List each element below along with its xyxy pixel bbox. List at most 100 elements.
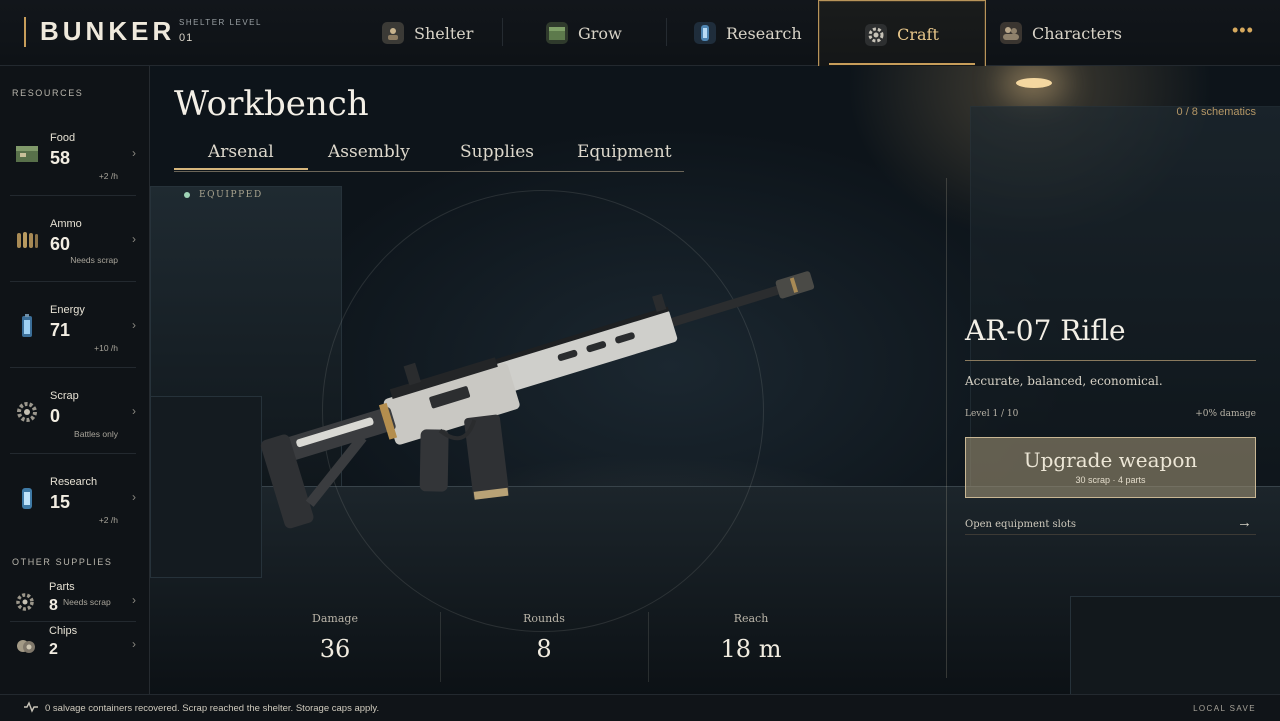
supply-name: Parts	[49, 581, 75, 593]
resource-value: 15	[50, 492, 71, 512]
tab-label: Shelter	[414, 23, 474, 43]
research-vial-icon	[14, 486, 40, 510]
parts-gear-icon	[14, 591, 38, 613]
tab-assembly[interactable]: Assembly	[328, 142, 410, 162]
more-menu-icon[interactable]: •••	[1232, 20, 1254, 41]
supply-chips[interactable]: Chips 2 ›	[10, 623, 136, 666]
resources-heading: RESOURCES	[12, 88, 84, 98]
resource-research[interactable]: Research 15 +2 /h ›	[10, 456, 136, 540]
resource-value: 71	[50, 320, 71, 340]
tab-research[interactable]: Research	[694, 0, 814, 66]
chevron-right-icon: ›	[132, 318, 136, 332]
stat-divider	[648, 612, 649, 682]
top-bar: BUNKER SHELTER LEVEL 01 Shelter Grow Res…	[0, 0, 1280, 69]
research-vial-icon	[694, 22, 716, 44]
ceiling-lamp	[1016, 78, 1052, 88]
shelter-level-value: 01	[179, 32, 194, 44]
tab-grow[interactable]: Grow	[546, 0, 666, 66]
resource-ammo[interactable]: Ammo 60 Needs scrap ›	[10, 198, 136, 282]
tab-label: Craft	[897, 25, 939, 44]
ammo-icon	[14, 228, 40, 252]
brand-accent-bar	[24, 17, 26, 47]
battery-icon	[14, 314, 40, 338]
scrap-gear-icon	[14, 400, 40, 424]
stat-reach: Reach 18 m	[676, 612, 826, 663]
page-title: Workbench	[174, 84, 369, 124]
app-brand: BUNKER	[40, 16, 176, 46]
tab-label: Grow	[578, 23, 622, 43]
stat-rounds: Rounds 8	[469, 612, 619, 663]
grow-crate-icon	[546, 22, 568, 44]
stat-label: Reach	[733, 612, 769, 625]
equipped-label: EQUIPPED	[199, 190, 263, 200]
nav-divider	[666, 18, 667, 46]
resource-food[interactable]: Food 58 +2 /h ›	[10, 112, 136, 196]
chevron-right-icon: ›	[132, 490, 136, 504]
tab-equipment[interactable]: Equipment	[577, 142, 672, 162]
resource-name: Ammo	[50, 218, 82, 230]
slots-label: Open equipment slots	[965, 519, 1077, 530]
chevron-right-icon: ›	[132, 404, 136, 418]
tab-shelter[interactable]: Shelter	[382, 0, 502, 66]
tab-craft[interactable]: Craft	[818, 0, 986, 69]
resource-rate: +2 /h	[98, 171, 118, 181]
rifle-icon[interactable]	[240, 262, 850, 537]
tab-arsenal[interactable]: Arsenal	[174, 142, 308, 170]
resources-sidebar: RESOURCES Food 58 +2 /h › Ammo 60 Needs …	[0, 66, 150, 694]
shelter-icon	[382, 22, 404, 44]
resource-name: Scrap	[50, 390, 79, 402]
stat-divider	[440, 612, 441, 682]
resource-energy[interactable]: Energy 71 +10 /h ›	[10, 284, 136, 368]
supply-note: Needs scrap	[63, 597, 111, 607]
resource-scrap[interactable]: Scrap 0 Battles only ›	[10, 370, 136, 454]
chips-icon	[14, 635, 38, 657]
resource-value: 60	[50, 234, 71, 254]
weapon-description: Accurate, balanced, economical.	[965, 374, 1163, 388]
save-mode-label: LOCAL SAVE	[1193, 704, 1256, 713]
weapon-damage-bonus: +0% damage	[1195, 409, 1256, 419]
equipped-indicator: EQUIPPED	[184, 190, 263, 200]
activity-pulse-icon	[24, 701, 38, 713]
status-message: 0 salvage containers recovered. Scrap re…	[45, 703, 380, 714]
resource-value: 58	[50, 148, 71, 168]
resource-value: 0	[50, 406, 61, 426]
characters-icon	[1000, 22, 1022, 44]
nav-divider	[502, 18, 503, 46]
tab-label: Research	[726, 23, 802, 43]
panel-divider	[946, 178, 947, 678]
supply-value: 2	[49, 641, 58, 658]
resource-rate: +10 /h	[94, 343, 118, 353]
resource-rate: Needs scrap	[70, 255, 118, 265]
arrow-right-icon: →	[1237, 514, 1252, 531]
stat-label: Rounds	[523, 612, 565, 625]
resource-name: Energy	[50, 304, 85, 316]
stat-label: Damage	[312, 612, 358, 625]
supply-parts[interactable]: Parts 8 Needs scrap ›	[10, 579, 136, 622]
tab-supplies[interactable]: Supplies	[460, 142, 534, 162]
supply-value: 8	[49, 597, 58, 614]
workbench-tabs: Arsenal Assembly Supplies Equipment	[174, 138, 684, 172]
craft-gear-icon	[865, 23, 888, 46]
chevron-right-icon: ›	[132, 593, 136, 607]
resource-rate: Battles only	[74, 429, 118, 439]
upgrade-label: Upgrade weapon	[1023, 448, 1198, 472]
chevron-right-icon: ›	[132, 146, 136, 160]
supplies-heading: OTHER SUPPLIES	[12, 557, 113, 567]
tab-label: Characters	[1032, 23, 1122, 43]
resource-rate: +2 /h	[98, 515, 118, 525]
tab-characters[interactable]: Characters	[1000, 0, 1130, 66]
status-bar: 0 salvage containers recovered. Scrap re…	[0, 694, 1280, 721]
upgrade-cost: 30 scrap · 4 parts	[1075, 475, 1146, 485]
weapon-level: Level 1 / 10	[965, 409, 1019, 419]
resource-name: Research	[50, 476, 98, 488]
upgrade-weapon-button[interactable]: Upgrade weapon 30 scrap · 4 parts	[965, 437, 1256, 498]
stat-damage: Damage 36	[260, 612, 410, 663]
supply-name: Chips	[49, 625, 78, 637]
open-equipment-slots-link[interactable]: Open equipment slots →	[965, 508, 1256, 535]
shelter-level-label: SHELTER LEVEL	[179, 18, 262, 27]
schematics-count: 0 / 8 schematics	[1176, 106, 1256, 118]
stat-value: 18 m	[720, 635, 782, 663]
stat-value: 36	[319, 635, 351, 663]
weapon-name: AR-07 Rifle	[965, 314, 1126, 347]
crate-stack-right	[1070, 596, 1280, 694]
